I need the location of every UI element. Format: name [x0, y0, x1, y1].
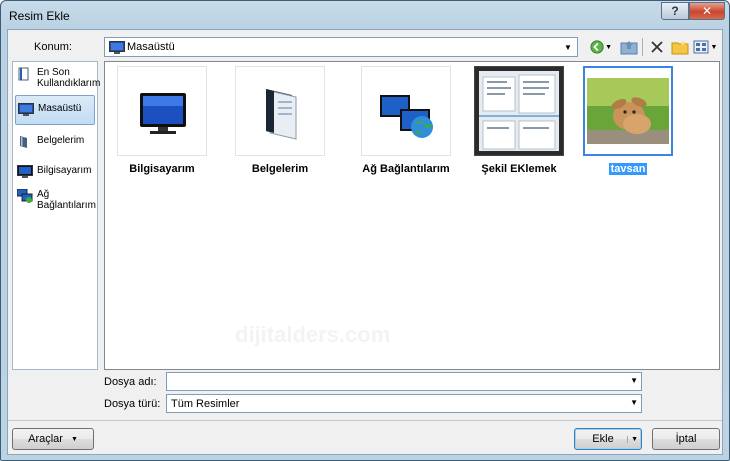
- screenshot-thumbnail: [474, 66, 564, 156]
- location-value: Masaüstü: [127, 41, 175, 53]
- close-icon: ✕: [701, 4, 713, 18]
- tools-button[interactable]: Araçlar ▼: [12, 428, 94, 450]
- file-name: Ağ Bağlantılarım: [362, 163, 450, 175]
- tools-label: Araçlar: [28, 433, 63, 445]
- rabbit-photo-thumbnail: [583, 66, 673, 156]
- close-button[interactable]: ✕: [689, 2, 725, 20]
- chevron-down-icon: ▼: [70, 435, 78, 443]
- location-combo[interactable]: Masaüstü ▼: [104, 37, 578, 57]
- location-label: Konum:: [34, 41, 72, 53]
- views-dropdown-icon: ▼: [710, 43, 718, 51]
- help-button[interactable]: ?: [661, 2, 689, 20]
- chevron-down-icon: ▼: [630, 376, 638, 385]
- delete-icon: [651, 41, 663, 53]
- file-name: Şekil EKlemek: [481, 163, 557, 175]
- place-network-label: Ağ Bağlantılarım: [37, 189, 96, 211]
- place-desktop[interactable]: Masaüstü: [15, 95, 95, 125]
- filename-input[interactable]: ▼: [166, 372, 642, 391]
- views-icon: [693, 40, 709, 54]
- network-places-icon: [361, 66, 451, 156]
- back-dropdown-icon: ▼: [605, 43, 612, 51]
- chevron-down-icon: ▼: [564, 42, 572, 52]
- filename-label: Dosya adı:: [104, 376, 157, 388]
- file-item-computer[interactable]: Bilgisayarım: [103, 66, 221, 175]
- dialog-client: Konum: Masaüstü ▼ ▼ ▼ En Son Kullandıkla…: [7, 29, 723, 455]
- chevron-down-icon: ▼: [630, 398, 638, 407]
- file-name: Belgelerim: [251, 163, 309, 175]
- file-name: tavsan: [608, 163, 648, 175]
- window-title: Resim Ekle: [9, 9, 70, 23]
- file-item-network[interactable]: Ağ Bağlantılarım: [347, 66, 465, 175]
- filetype-select[interactable]: Tüm Resimler ▼: [166, 394, 642, 413]
- up-folder-icon: [620, 41, 638, 55]
- recent-icon: [18, 67, 29, 81]
- place-recent-label: En Son Kullandıklarım: [37, 67, 101, 89]
- folder-documents-icon: [235, 66, 325, 156]
- desktop-icon: [18, 103, 34, 116]
- place-computer[interactable]: Bilgisayarım: [15, 159, 95, 183]
- help-icon: ?: [671, 4, 679, 18]
- place-computer-label: Bilgisayarım: [37, 165, 92, 176]
- up-folder-button[interactable]: [618, 38, 640, 56]
- desktop-icon: [109, 41, 125, 54]
- monitor-icon: [117, 66, 207, 156]
- new-folder-icon: [671, 40, 689, 55]
- place-network[interactable]: Ağ Bağlantılarım: [15, 183, 96, 219]
- dialog-window: Resim Ekle ? ✕ Konum: Masaüstü ▼ ▼ ▼ En …: [0, 0, 730, 461]
- separator: [8, 420, 722, 421]
- insert-button[interactable]: Ekle ▼: [574, 428, 642, 450]
- places-bar: En Son Kullandıklarım Masaüstü Belgeleri…: [12, 61, 100, 370]
- cancel-label: İptal: [675, 433, 697, 445]
- place-recent[interactable]: En Son Kullandıklarım: [15, 65, 100, 95]
- insert-dropdown-icon: ▼: [627, 435, 638, 443]
- file-name: Bilgisayarım: [129, 163, 195, 175]
- views-button[interactable]: ▼: [692, 38, 718, 56]
- computer-icon: [17, 165, 33, 178]
- title-bar[interactable]: Resim Ekle ? ✕: [1, 1, 729, 29]
- file-list-view[interactable]: Bilgisayarım Belgelerim Ağ Bağlantılarım…: [104, 61, 720, 370]
- filetype-label: Dosya türü:: [104, 398, 161, 410]
- place-documents[interactable]: Belgelerim: [15, 129, 95, 153]
- file-item-documents[interactable]: Belgelerim: [221, 66, 339, 175]
- toolbar-divider: [642, 38, 643, 56]
- place-desktop-label: Masaüstü: [38, 103, 82, 114]
- back-arrow-icon: [590, 40, 604, 54]
- file-item-tavsan[interactable]: tavsan: [569, 66, 687, 175]
- delete-button[interactable]: [648, 38, 666, 56]
- network-icon: [17, 189, 33, 203]
- documents-icon: [20, 136, 27, 148]
- watermark-text: dijitalders.com: [235, 322, 391, 347]
- filetype-value: Tüm Resimler: [171, 398, 240, 410]
- place-documents-label: Belgelerim: [37, 135, 85, 146]
- insert-label: Ekle: [592, 433, 614, 445]
- file-item-screenshot[interactable]: Şekil EKlemek: [460, 66, 578, 175]
- back-button[interactable]: ▼: [590, 38, 612, 56]
- new-folder-button[interactable]: [670, 38, 690, 56]
- cancel-button[interactable]: İptal: [652, 428, 720, 450]
